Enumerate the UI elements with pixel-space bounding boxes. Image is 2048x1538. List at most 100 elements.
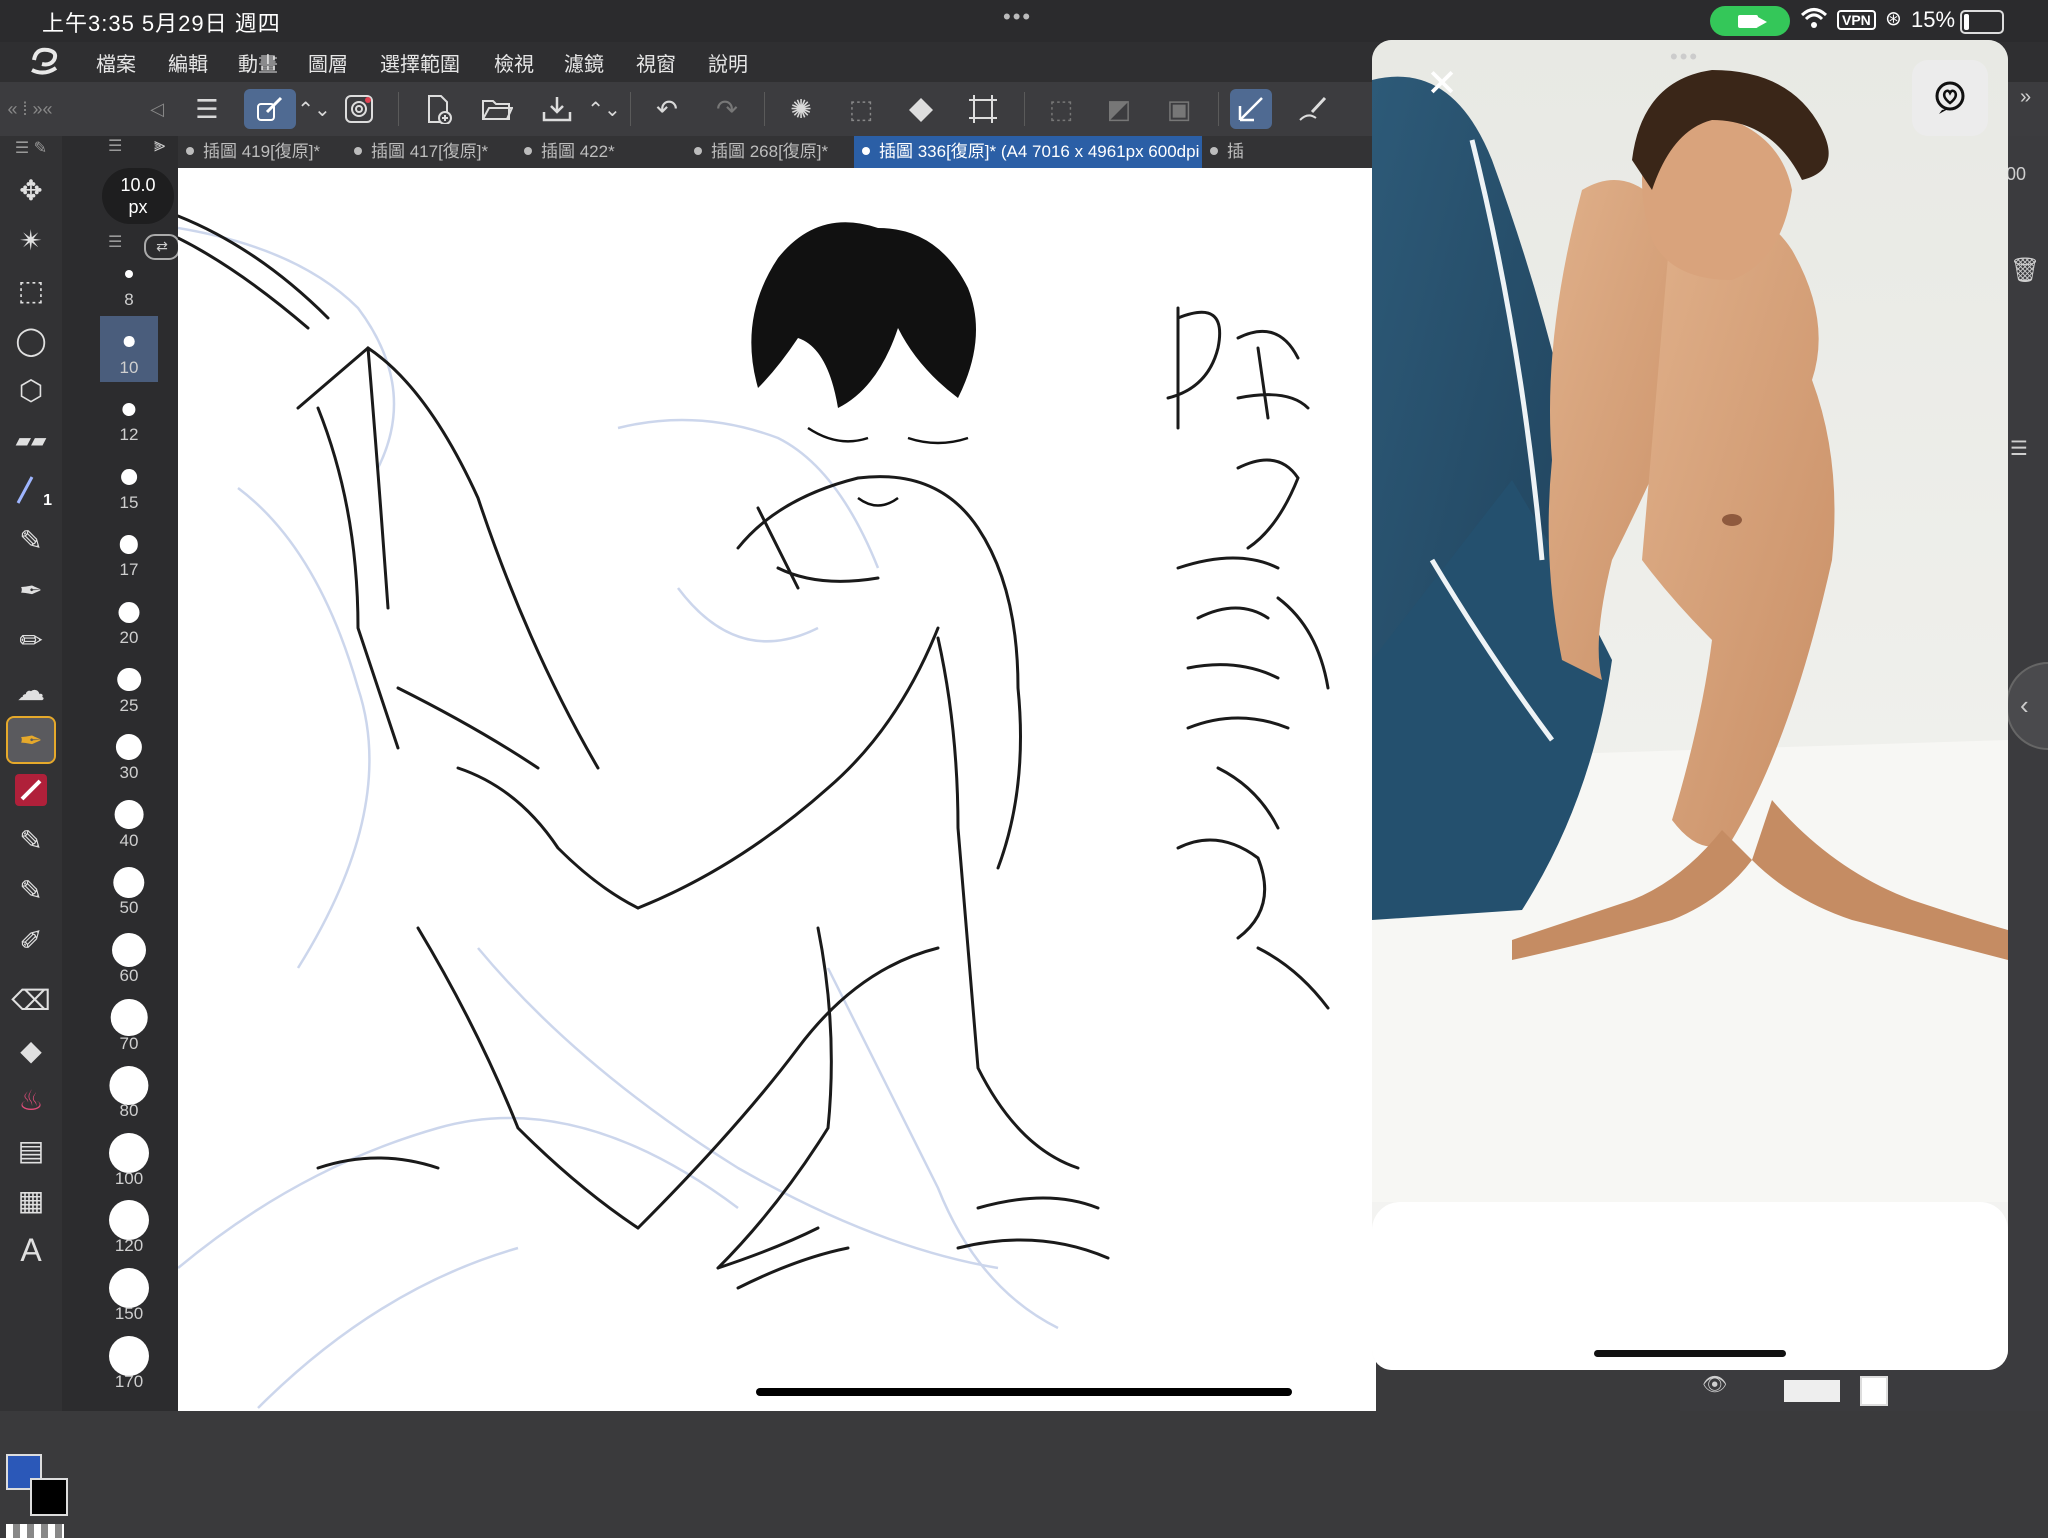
fill-icon[interactable] — [900, 89, 942, 129]
menu-item[interactable]: 檢視 — [494, 48, 534, 77]
document-tab[interactable]: 插圖 422* — [516, 136, 686, 168]
document-tab[interactable]: 插圖 336[復原]* (A4 7016 x 4961px 600dpi 202… — [854, 136, 1202, 168]
pen-icon[interactable]: ✒ — [8, 568, 54, 612]
brush-preview-icon — [112, 933, 146, 967]
open-folder-icon[interactable] — [476, 89, 518, 129]
layer-thumbnail[interactable] — [1784, 1380, 1840, 1402]
snap-icon[interactable]: ✺ — [780, 89, 822, 129]
document-tab[interactable]: 插圖 268[復原]* — [686, 136, 856, 168]
panel-collapse-icon[interactable]: » — [2020, 86, 2031, 109]
brush-size-option[interactable]: 8 — [100, 248, 158, 314]
spiral-icon[interactable] — [338, 89, 380, 129]
home-indicator[interactable] — [756, 1388, 1292, 1396]
brush-size-option[interactable]: 50 — [100, 856, 158, 922]
undo-icon[interactable]: ↶ — [646, 89, 688, 129]
brush-size-option[interactable]: 40 — [100, 789, 158, 855]
close-icon[interactable]: ✕ — [1422, 64, 1462, 104]
unsaved-dot-icon — [1210, 147, 1218, 155]
line-tool-icon[interactable]: 1 — [8, 468, 54, 512]
brush-size-option[interactable]: 60 — [100, 924, 158, 990]
brush-size-label: 150 — [114, 1304, 144, 1323]
eyedropper-alt-icon[interactable]: ✎ — [8, 868, 54, 912]
text-icon[interactable]: A — [8, 1228, 54, 1272]
menu-item[interactable]: 動畫 — [238, 48, 278, 77]
menu-item[interactable]: 說明 — [708, 48, 748, 77]
blend-icon[interactable]: ☁ — [8, 668, 54, 712]
move-icon[interactable]: ✥ — [8, 168, 54, 212]
pencil-icon[interactable]: ✏ — [8, 618, 54, 662]
chevron-updown-icon[interactable]: ⌃⌄ — [586, 89, 622, 129]
marker-icon[interactable]: ✎ — [8, 518, 54, 562]
pen-tool-icon[interactable]: ✒ — [6, 716, 56, 764]
gradient-icon[interactable]: ▤ — [8, 1128, 54, 1172]
menu-icon[interactable]: ☰ — [186, 89, 228, 129]
transform-icon[interactable] — [962, 89, 1004, 129]
object-select-icon[interactable]: ⬡ — [8, 368, 54, 412]
panel-toggle-icon[interactable]: ◁ — [140, 89, 174, 129]
transparent-swatch[interactable] — [6, 1524, 64, 1538]
fill-bucket-icon[interactable]: ◆ — [8, 1028, 54, 1072]
eye-icon[interactable]: 👁 — [1702, 1372, 1727, 1397]
clear-selection-icon[interactable]: ⬚ — [1040, 89, 1082, 129]
document-tab[interactable]: 插圖 419[復原]* — [178, 136, 346, 168]
collapse-left-icon[interactable]: « ⁞ »« — [0, 89, 60, 129]
ruler-icon[interactable] — [1230, 89, 1272, 129]
brush-size-label: 20 — [119, 628, 139, 647]
eraser-icon[interactable]: ⌫ — [8, 978, 54, 1022]
panel-menu-icon[interactable]: ☰ ✎ — [8, 136, 54, 160]
brush-size-option[interactable]: 120 — [100, 1194, 158, 1260]
app-logo-icon[interactable] — [28, 46, 62, 76]
selection-icon[interactable]: ⬚ — [840, 89, 882, 129]
decoration-icon[interactable]: ♨ — [8, 1078, 54, 1122]
invert-selection-icon[interactable]: ◩ — [1098, 89, 1140, 129]
settings-icon[interactable]: ⫸ — [154, 134, 165, 157]
frame-icon[interactable]: ▦ — [8, 1178, 54, 1222]
new-file-icon[interactable] — [418, 89, 460, 129]
crop-icon[interactable]: ▣ — [1158, 89, 1200, 129]
brush-size-option[interactable]: 20 — [100, 586, 158, 652]
panel-menu-icon[interactable]: ☰ — [108, 136, 122, 156]
menu-item[interactable]: 圖層 — [308, 48, 348, 77]
stripe-icon[interactable]: ▰▰ — [8, 418, 54, 462]
eraser-pencil-icon[interactable] — [8, 768, 54, 812]
trash-icon[interactable]: 🗑 — [2010, 256, 2040, 285]
menu-item[interactable]: 編輯 — [168, 48, 208, 77]
rect-select-icon[interactable]: ⬚ — [8, 268, 54, 312]
brush-size-option[interactable]: 30 — [100, 721, 158, 787]
drawing-canvas[interactable]: 嗨玩喜也 — [178, 168, 1376, 1411]
brush-size-option[interactable]: 70 — [100, 992, 158, 1058]
window-home-indicator[interactable] — [1594, 1350, 1786, 1357]
reference-photo-window[interactable]: ✕ ••• — [1372, 40, 2008, 1370]
save-icon[interactable] — [536, 89, 578, 129]
mask-thumbnail[interactable] — [1860, 1376, 1888, 1406]
document-tab[interactable]: 插 — [1202, 136, 1376, 168]
menu-item[interactable]: 濾鏡 — [564, 48, 604, 77]
brush-size-option[interactable]: 80 — [100, 1059, 158, 1125]
panel-menu-icon[interactable]: ☰ — [2010, 436, 2028, 461]
multitasking-dots-icon[interactable]: ••• — [1003, 4, 1032, 30]
menu-item[interactable]: 選擇範圍 — [380, 48, 460, 77]
redo-icon[interactable]: ↷ — [706, 89, 748, 129]
eyedropper-icon[interactable]: ✎ — [8, 818, 54, 862]
visual-lookup-icon[interactable] — [1912, 60, 1988, 136]
brush-size-option[interactable]: 10 — [100, 315, 158, 382]
background-color-swatch[interactable] — [30, 1478, 68, 1516]
brush-size-option[interactable]: 12 — [100, 383, 158, 449]
brush-size-option[interactable]: 25 — [100, 654, 158, 720]
menu-item[interactable]: 視窗 — [636, 48, 676, 77]
document-tab[interactable]: 插圖 417[復原]* — [346, 136, 516, 168]
brush-size-option[interactable]: 170 — [100, 1330, 158, 1396]
brush-tool-icon[interactable]: ✐ — [8, 918, 54, 962]
brush-size-option[interactable]: 100 — [100, 1127, 158, 1193]
brush-size-option[interactable]: 17 — [100, 518, 158, 584]
window-handle-icon[interactable]: ••• — [1670, 44, 1699, 70]
chevron-updown-icon[interactable]: ⌃⌄ — [296, 89, 332, 129]
menu-item[interactable]: 檔案 — [96, 48, 136, 77]
brush-icon[interactable] — [244, 89, 296, 129]
lasso-icon[interactable]: ◯ — [8, 318, 54, 362]
brush-size-option[interactable]: 15 — [100, 451, 158, 517]
magic-wand-icon[interactable]: ✴ — [8, 218, 54, 262]
brush-size-readout[interactable]: 10.0 px — [102, 168, 174, 224]
pen-stroke-icon[interactable] — [1292, 89, 1334, 129]
brush-size-option[interactable]: 150 — [100, 1262, 158, 1328]
